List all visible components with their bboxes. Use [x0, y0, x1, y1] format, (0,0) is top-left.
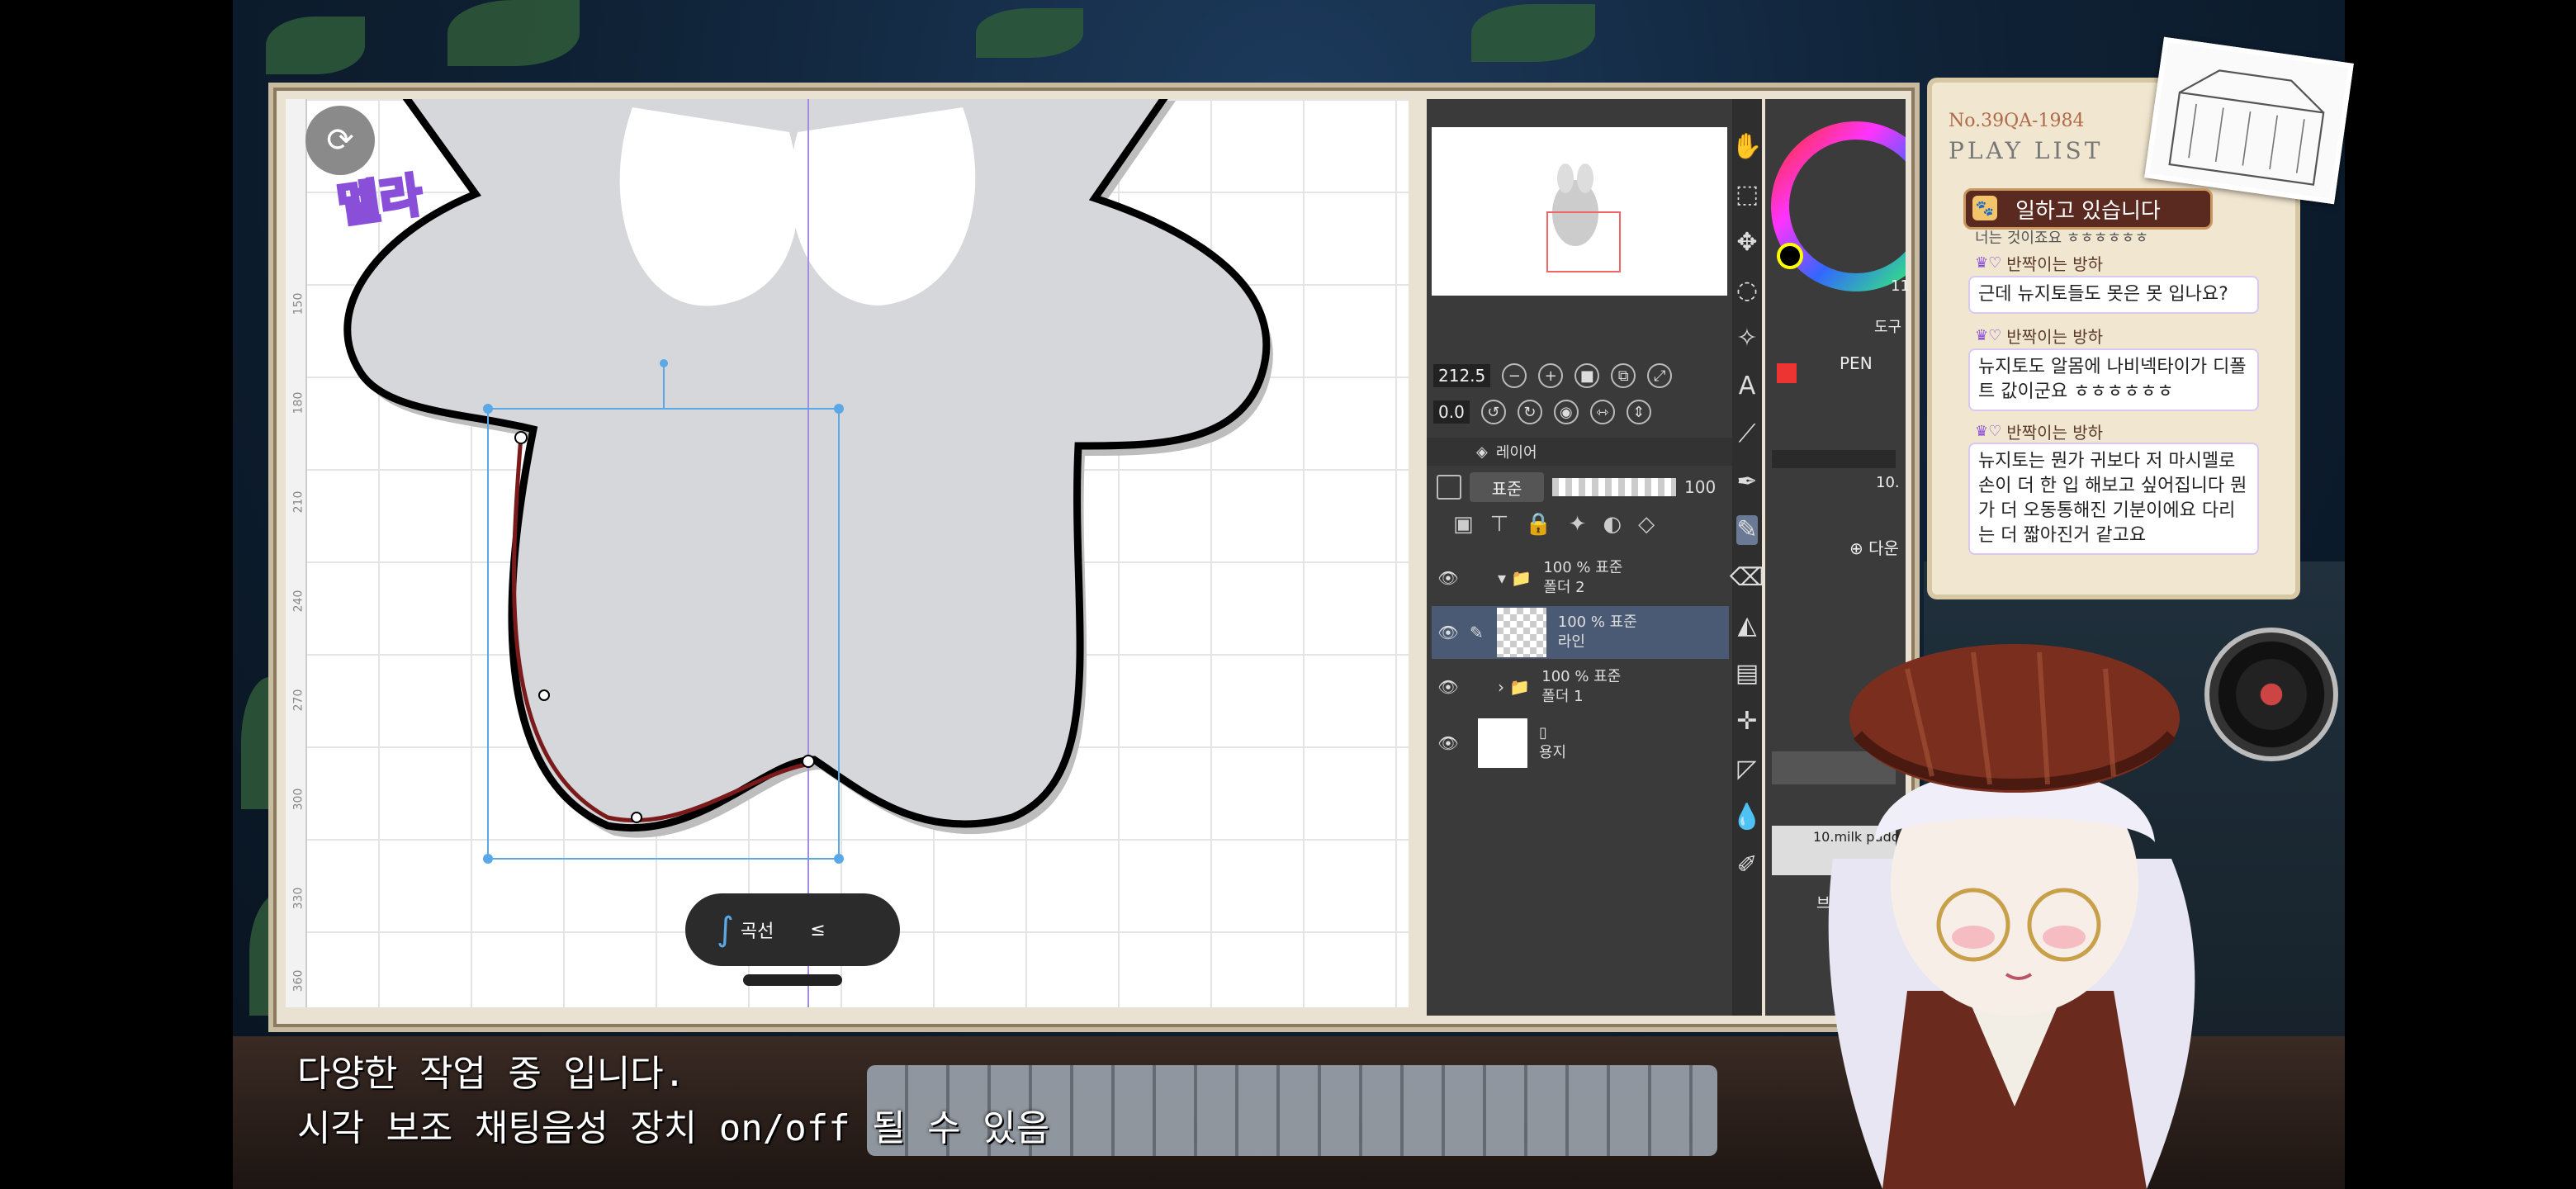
- ruler-layer-icon[interactable]: ◇: [1638, 512, 1655, 537]
- reset-rotation-icon[interactable]: ◉: [1553, 400, 1579, 424]
- tool-strip: ✋ ⬚ ✥ ◌ ✧ A ⟋ ✒ ✎ ⌫ ◭ ▤ ✛ ◸ 💧 ✐: [1730, 99, 1764, 1016]
- polyline-option[interactable]: ≤: [810, 920, 825, 940]
- fit-window-icon[interactable]: ⧉: [1611, 363, 1636, 388]
- chat-message: 뉴지토도 알몸에 나비넥타이가 디폴트 값이군요 ㅎㅎㅎㅎㅎㅎ: [1968, 348, 2259, 411]
- layer-row[interactable]: 👁 ▾ 📁 100 % 표준 폴더 2: [1432, 552, 1729, 604]
- add-subtool[interactable]: ⊕ 다운: [1849, 535, 1899, 559]
- flip-icon[interactable]: ⤢: [1647, 363, 1673, 388]
- member-badge-icon: ♛♡: [1975, 254, 2002, 272]
- channel-logo: 멜라: [333, 167, 428, 235]
- character-drawing[interactable]: [286, 99, 1409, 1007]
- home-indicator[interactable]: [743, 974, 842, 986]
- layer-toolbar: ▣ ⊤ 🔒 ✦ ◐ ◇: [1453, 512, 1655, 537]
- eraser-icon[interactable]: ⌫: [1730, 563, 1764, 593]
- layer-property-row: 표준 100: [1437, 472, 1716, 502]
- gradient-icon[interactable]: ▤: [1735, 659, 1759, 689]
- eye-icon[interactable]: 👁: [1432, 623, 1465, 642]
- zoom-in-icon[interactable]: +: [1538, 363, 1564, 388]
- layers-icon: ◈: [1476, 443, 1488, 461]
- subtitle-line-2: 시각 보조 채팅음성 장치 on/off 될 수 있음: [297, 1107, 1050, 1149]
- playlist-number: No.39QA-1984: [1949, 111, 2085, 131]
- eye-icon[interactable]: 👁: [1432, 677, 1465, 697]
- layer-color-icon[interactable]: [1437, 475, 1461, 500]
- layer-label: 100 % 표준 라인: [1557, 613, 1637, 651]
- polyline-icon: ≤: [810, 919, 826, 940]
- layer-thumbnail: [1496, 608, 1546, 657]
- lasso-icon[interactable]: ◌: [1736, 276, 1758, 306]
- layer-thumbnail: [1478, 718, 1527, 768]
- fill-icon[interactable]: ◭: [1737, 611, 1756, 641]
- blend-icon[interactable]: 💧: [1731, 803, 1762, 832]
- correction-icon[interactable]: ✐: [1736, 850, 1757, 880]
- blend-mode-select[interactable]: 표준: [1470, 472, 1544, 502]
- rotate-right-icon[interactable]: ↻: [1517, 400, 1542, 424]
- text-icon[interactable]: A: [1739, 372, 1756, 401]
- reference-icon[interactable]: ✦: [1569, 512, 1587, 537]
- fit-icon[interactable]: ■: [1574, 363, 1600, 388]
- new-layer-icon[interactable]: ▣: [1453, 512, 1474, 537]
- layer-row[interactable]: 👁 ▯ 용지: [1432, 717, 1729, 770]
- curve-icon: ∫: [717, 911, 734, 949]
- layer-panel-title: 레이어: [1495, 444, 1537, 462]
- chat-message-cut: 너는 것이죠요 ㅎㅎㅎㅎㅎㅎ: [1975, 230, 2149, 244]
- layer-row[interactable]: 👁 ✎ 100 % 표준 라인: [1432, 606, 1729, 659]
- paw-icon: 🐾: [1972, 196, 1997, 220]
- chat-username: ♛♡ 반짝이는 방하: [1975, 254, 2104, 274]
- color-value: 11: [1891, 277, 1910, 295]
- member-badge-icon: ♛♡: [1975, 423, 2002, 440]
- chat-message: 뉴지토는 뭔가 귀보다 저 마시멜로 손이 더 한 입 해보고 싶어집니다 뭔가…: [1968, 443, 2259, 555]
- zoom-out-icon[interactable]: −: [1502, 363, 1527, 388]
- pen-tool-icon[interactable]: ✒: [1736, 467, 1757, 497]
- angle-value[interactable]: 0.0: [1433, 400, 1470, 424]
- member-badge-icon: ♛♡: [1975, 327, 2002, 344]
- curve-option[interactable]: ∫ 곡선: [717, 911, 774, 949]
- status-text: 일하고 있습니다: [2015, 198, 2161, 224]
- zoom-value[interactable]: 212.5: [1433, 364, 1491, 387]
- eye-icon[interactable]: 👁: [1432, 733, 1465, 753]
- brush-size-value[interactable]: 10.: [1876, 474, 1900, 491]
- subtitle-line-1: 다양한 작업 중 입니다.: [297, 1053, 686, 1095]
- figure-icon[interactable]: ✛: [1736, 707, 1757, 737]
- wand-icon[interactable]: ✧: [1736, 324, 1757, 353]
- chat-username: ♛♡ 반짝이는 방하: [1975, 327, 2104, 347]
- chat-username: ♛♡ 반짝이는 방하: [1975, 423, 2104, 443]
- curve-tool-popup[interactable]: ∫ 곡선 ≤: [685, 893, 900, 966]
- eyedropper-icon[interactable]: ⟋: [1739, 419, 1756, 449]
- pen-subtool[interactable]: PEN: [1840, 353, 1873, 373]
- layer-label: 100 % 표준 폴더 1: [1541, 668, 1622, 705]
- clip-icon[interactable]: ⊤: [1490, 512, 1509, 537]
- rotate-left-icon[interactable]: ↺: [1480, 400, 1506, 424]
- pencil-icon[interactable]: ✎: [1736, 515, 1758, 545]
- layer-panel-header: ◈ 레이어: [1427, 438, 1732, 466]
- ruler-tool-icon[interactable]: ◸: [1737, 755, 1756, 784]
- opacity-slider[interactable]: [1552, 478, 1676, 496]
- folder-icon: › 📁: [1498, 677, 1531, 697]
- layer-label: ▯ 용지: [1539, 724, 1567, 761]
- vtuber-avatar: [1828, 644, 2195, 1189]
- select-icon[interactable]: ⬚: [1735, 180, 1759, 210]
- angle-row: 0.0 ↺ ↻ ◉ ⇿ ⇕: [1433, 400, 1651, 424]
- subtitle-box: 다양한 작업 중 입니다. 시각 보조 채팅음성 장치 on/off 될 수 있…: [297, 1047, 1049, 1156]
- tool-tab[interactable]: 도구: [1874, 315, 1901, 337]
- eye-icon[interactable]: 👁: [1432, 568, 1465, 588]
- chat-message: 근데 뉴지토들도 못은 못 입나요?: [1968, 276, 2259, 314]
- flip-vertical-icon[interactable]: ⇕: [1626, 400, 1651, 424]
- pen-icon: ✎: [1470, 623, 1484, 642]
- mask-icon[interactable]: ◐: [1603, 512, 1622, 537]
- zoom-row: 212.5 − + ■ ⧉ ⤢: [1433, 363, 1673, 388]
- layer-row[interactable]: 👁 › 📁 100 % 표준 폴더 1: [1432, 661, 1729, 713]
- status-banner: 🐾 일하고 있습니다: [1963, 188, 2213, 230]
- layer-label: 100 % 표준 폴더 2: [1543, 559, 1623, 596]
- paper-icon: ▯: [1539, 724, 1547, 741]
- hand-icon[interactable]: ✋: [1731, 132, 1762, 162]
- flip-horizontal-icon[interactable]: ⇿: [1589, 400, 1615, 424]
- move-icon[interactable]: ✥: [1736, 228, 1757, 258]
- building-photo: [2144, 36, 2354, 205]
- opacity-value[interactable]: 100: [1684, 477, 1716, 497]
- lock-icon[interactable]: 🔒: [1525, 512, 1551, 537]
- folder-icon: ▾ 📁: [1498, 568, 1532, 588]
- navigator-viewport-rect[interactable]: [1546, 211, 1621, 272]
- curve-label: 곡선: [740, 921, 774, 942]
- playlist-title: PLAY LIST: [1949, 137, 2104, 164]
